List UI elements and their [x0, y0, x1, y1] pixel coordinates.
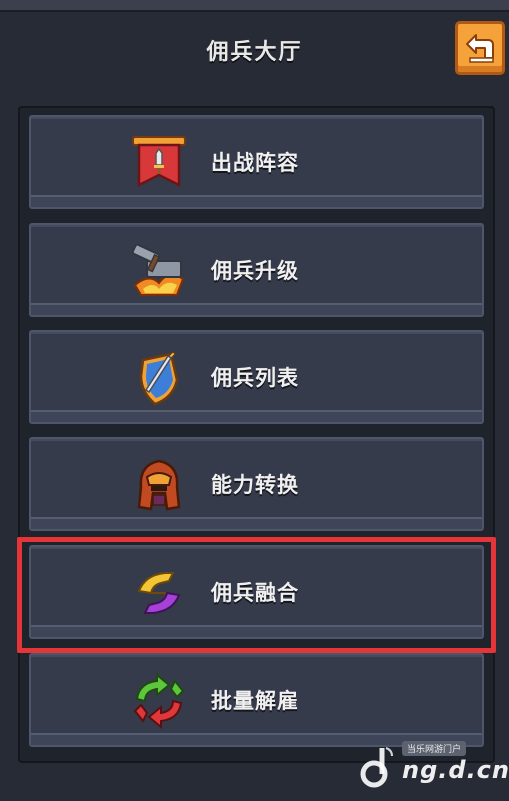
roster-button[interactable]: 佣兵列表 — [29, 330, 484, 424]
ability-convert-label: 能力转换 — [211, 473, 299, 497]
ability-convert-button[interactable]: 能力转换 — [29, 437, 484, 531]
lineup-label: 出战阵容 — [211, 151, 299, 175]
roster-label: 佣兵列表 — [211, 366, 299, 390]
watermark-bubble: 当乐网游门户 — [402, 741, 467, 756]
banner-sword-icon — [132, 136, 186, 188]
helmet-icon — [137, 459, 181, 511]
batch-dismiss-label: 批量解雇 — [211, 689, 299, 713]
watermark-text: ng.d.cn — [402, 756, 509, 784]
watermark-logo-icon — [360, 747, 393, 788]
hammer-anvil-icon — [131, 243, 185, 296]
fusion-label: 佣兵融合 — [211, 581, 299, 605]
upgrade-label: 佣兵升级 — [211, 259, 299, 283]
recycle-arrows-icon — [133, 672, 185, 730]
batch-dismiss-button[interactable]: 批量解雇 — [29, 653, 484, 747]
shield-sword-icon — [139, 351, 179, 406]
fusion-button[interactable]: 佣兵融合 — [29, 545, 484, 639]
fusion-swirl-icon — [137, 572, 181, 614]
back-arrow-icon — [466, 34, 494, 63]
lineup-button[interactable]: 出战阵容 — [29, 115, 484, 209]
top-edge-bar — [0, 0, 509, 12]
page-title: 佣兵大厅 — [206, 40, 303, 65]
back-button[interactable] — [455, 21, 505, 75]
upgrade-button[interactable]: 佣兵升级 — [29, 223, 484, 317]
